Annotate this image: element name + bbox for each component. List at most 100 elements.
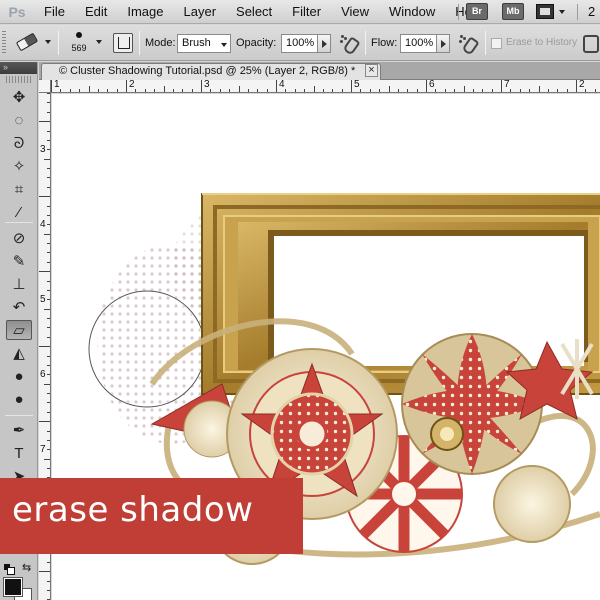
flow-field[interactable]: 100% bbox=[400, 34, 437, 53]
screen-mode-dropdown-icon[interactable] bbox=[559, 10, 565, 14]
history-brush-icon[interactable]: ↶ bbox=[6, 297, 32, 317]
marquee-icon[interactable]: ◌ bbox=[6, 110, 32, 130]
tool-preset-picker[interactable] bbox=[12, 31, 42, 55]
ruler-tick bbox=[39, 121, 50, 122]
ruler-tick bbox=[332, 89, 333, 92]
zoom-level-display[interactable]: 2 bbox=[588, 4, 595, 19]
clone-stamp-icon[interactable]: ⊥ bbox=[6, 274, 32, 294]
lasso-icon[interactable]: ᘐ bbox=[6, 133, 32, 153]
bridge-button[interactable]: Br bbox=[466, 3, 488, 20]
menu-layer[interactable]: Layer bbox=[174, 0, 227, 24]
eraser-icon[interactable]: ▱ bbox=[6, 320, 32, 340]
screen-mode-icon[interactable] bbox=[536, 4, 554, 19]
default-colors-icon[interactable] bbox=[4, 564, 15, 575]
ruler-tick bbox=[398, 89, 399, 92]
ruler-tick bbox=[379, 89, 380, 92]
ruler-tick bbox=[47, 215, 50, 216]
menu-window[interactable]: Window bbox=[379, 0, 445, 24]
ruler-tick bbox=[79, 89, 80, 92]
ruler-tick bbox=[51, 80, 52, 92]
ruler-tick bbox=[351, 80, 352, 92]
ruler-tick bbox=[39, 421, 50, 422]
dodge-icon[interactable]: ● bbox=[6, 389, 32, 409]
ruler-tick bbox=[47, 318, 50, 319]
options-divider bbox=[365, 31, 366, 55]
eyedropper-icon[interactable]: ⁄ bbox=[6, 202, 32, 222]
tool-preset-dropdown-icon[interactable] bbox=[45, 40, 51, 44]
ruler-tick bbox=[47, 374, 50, 375]
caption-text: erase shadow bbox=[12, 490, 254, 530]
menu-filter[interactable]: Filter bbox=[282, 0, 331, 24]
tablet-pressure-size-icon[interactable] bbox=[580, 32, 600, 54]
mode-label: Mode: bbox=[145, 37, 176, 49]
menu-view[interactable]: View bbox=[331, 0, 379, 24]
menu-separator bbox=[458, 4, 459, 20]
toolbox-separator bbox=[5, 415, 33, 416]
ruler-tick bbox=[47, 131, 50, 132]
ruler-tick bbox=[276, 80, 277, 92]
brush-preset-picker[interactable]: 569 bbox=[66, 29, 92, 57]
erase-to-history-checkbox[interactable] bbox=[491, 38, 502, 49]
ruler-tick bbox=[492, 89, 493, 92]
ruler-tick bbox=[323, 89, 324, 92]
close-document-icon[interactable]: × bbox=[365, 64, 378, 77]
ruler-tick bbox=[229, 89, 230, 92]
swap-colors-icon[interactable]: ⇆ bbox=[22, 561, 31, 574]
ruler-label: 5 bbox=[354, 80, 360, 90]
ruler-origin[interactable] bbox=[39, 80, 51, 93]
opacity-pressure-icon[interactable] bbox=[338, 32, 362, 56]
airbrush-icon[interactable] bbox=[457, 32, 481, 56]
ruler-tick bbox=[182, 89, 183, 92]
quick-selection-icon[interactable]: ✧ bbox=[6, 156, 32, 176]
opacity-label: Opacity: bbox=[236, 37, 277, 49]
ruler-tick bbox=[47, 262, 50, 263]
crop-icon[interactable]: ⌗ bbox=[6, 179, 32, 199]
menu-file[interactable]: File bbox=[34, 0, 75, 24]
ruler-tick bbox=[135, 89, 136, 92]
toolbox-collapse-icon[interactable]: » bbox=[0, 62, 37, 74]
paint-bucket-icon[interactable]: ◭ bbox=[6, 343, 32, 363]
ruler-tick bbox=[47, 562, 50, 563]
options-grip[interactable] bbox=[2, 31, 6, 55]
move-icon[interactable]: ✥ bbox=[6, 87, 32, 107]
menu-image[interactable]: Image bbox=[117, 0, 173, 24]
ruler-tick bbox=[501, 80, 502, 92]
ruler-tick bbox=[47, 243, 50, 244]
pen-icon[interactable]: ✒ bbox=[6, 420, 32, 440]
mode-dropdown-icon[interactable] bbox=[221, 43, 227, 47]
ruler-label: 2 bbox=[579, 80, 585, 90]
horizontal-ruler[interactable]: 1 2 3 4 5 6 7 2 bbox=[51, 80, 600, 93]
photoshop-logo: Ps bbox=[8, 3, 26, 20]
mode-value: Brush bbox=[182, 37, 211, 49]
brush-panel-toggle-icon[interactable] bbox=[113, 33, 133, 53]
flow-slider-toggle[interactable] bbox=[436, 34, 450, 53]
options-divider bbox=[58, 31, 59, 55]
mini-bridge-button[interactable]: Mb bbox=[502, 3, 524, 20]
ruler-tick bbox=[257, 89, 258, 92]
ruler-tick bbox=[47, 393, 50, 394]
toolbox-grip[interactable] bbox=[6, 76, 31, 83]
opacity-slider-toggle[interactable] bbox=[317, 34, 331, 53]
ruler-tick bbox=[464, 86, 465, 92]
ruler-tick bbox=[220, 89, 221, 92]
ruler-tick bbox=[47, 177, 50, 178]
foreground-color-swatch[interactable] bbox=[3, 577, 23, 597]
ruler-tick bbox=[454, 89, 455, 92]
brush-picker-dropdown-icon[interactable] bbox=[96, 40, 102, 44]
ruler-tick bbox=[47, 431, 50, 432]
spot-healing-icon[interactable]: ⊘ bbox=[6, 228, 32, 248]
options-divider bbox=[139, 31, 140, 55]
ruler-label: 6 bbox=[40, 369, 46, 380]
blur-icon[interactable]: ● bbox=[6, 366, 32, 386]
type-icon[interactable]: T bbox=[6, 443, 32, 463]
menu-edit[interactable]: Edit bbox=[75, 0, 117, 24]
ruler-tick bbox=[210, 89, 211, 92]
ruler-tick bbox=[482, 89, 483, 92]
menu-select[interactable]: Select bbox=[226, 0, 282, 24]
flow-label: Flow: bbox=[371, 37, 398, 49]
ruler-tick bbox=[548, 89, 549, 92]
ruler-tick bbox=[360, 89, 361, 92]
opacity-field[interactable]: 100% bbox=[281, 34, 318, 53]
document-tab[interactable]: © Cluster Shadowing Tutorial.psd @ 25% (… bbox=[41, 63, 381, 80]
brush-icon[interactable]: ✎ bbox=[6, 251, 32, 271]
